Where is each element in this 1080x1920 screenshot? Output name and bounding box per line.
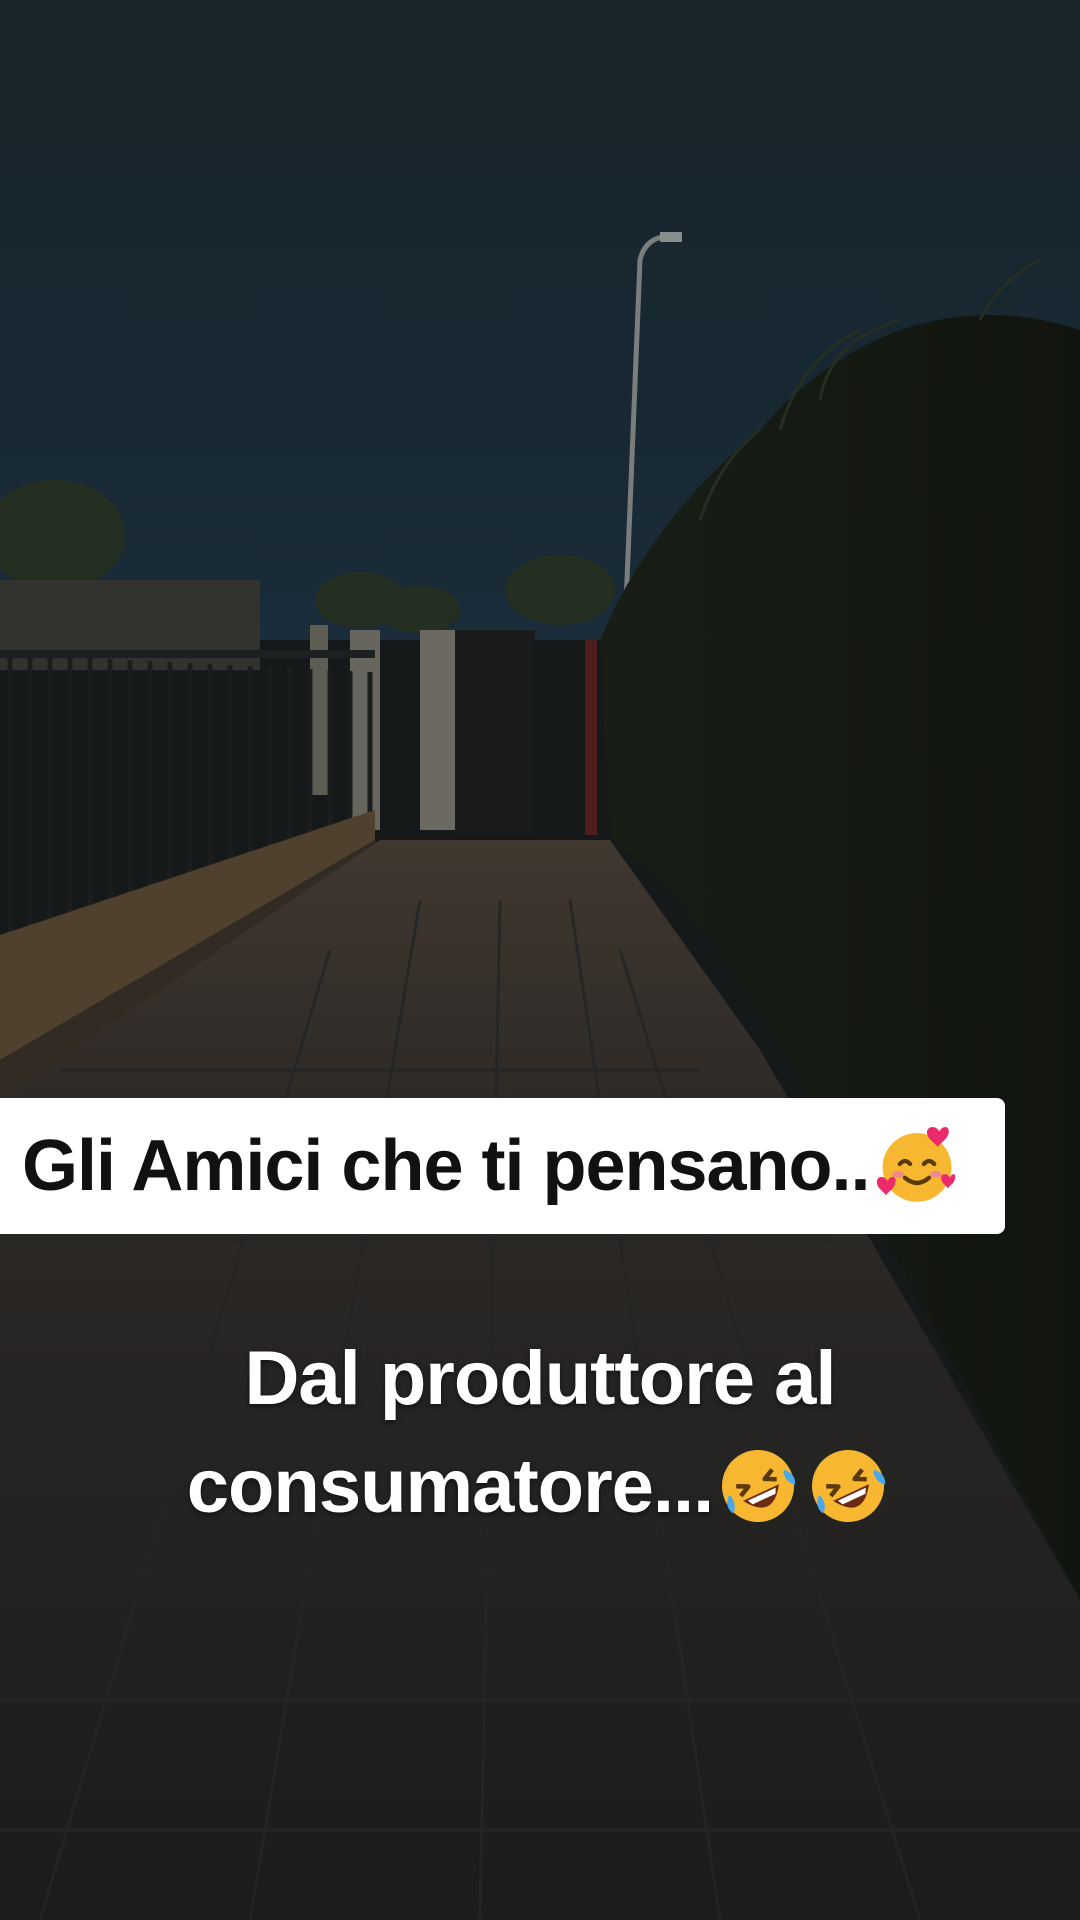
overlay-line-2: consumatore... [0,1433,1080,1541]
video-frame: Gli Amici che ti pensano.. Dal produttor… [0,0,1080,1920]
rolling-on-floor-laughing-icon [803,1441,893,1531]
caption-text: Gli Amici che ti pensano.. [22,1126,871,1206]
overlay-line-2-text: consumatore... [186,1444,715,1529]
smiling-face-with-hearts-icon [874,1121,960,1207]
rolling-on-floor-laughing-icon [713,1441,803,1531]
caption-bar: Gli Amici che ti pensano.. [0,1098,1005,1234]
overlay-line-1: Dal produttore al [244,1336,836,1421]
overlay-caption: Dal produttore al consumatore... [0,1325,1080,1541]
background-scene [0,0,1080,1920]
